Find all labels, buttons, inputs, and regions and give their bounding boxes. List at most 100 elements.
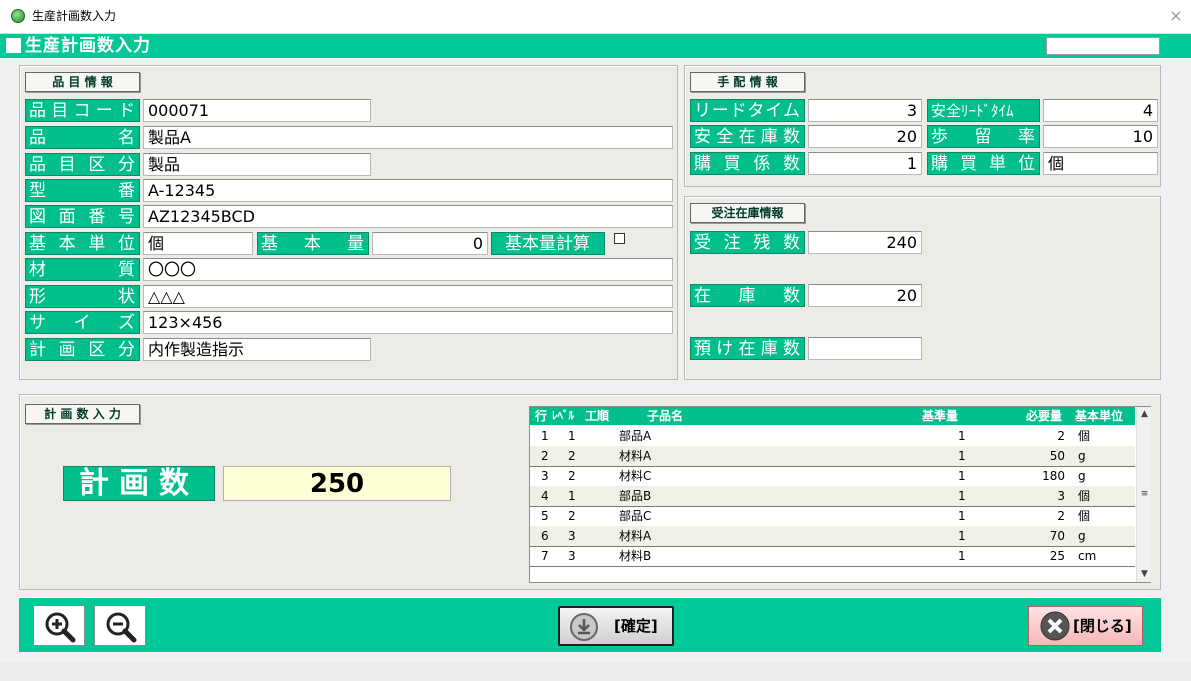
size-label: サイズ: [25, 311, 140, 334]
bom-grid-header: 行 ﾚﾍﾞﾙ 工順 子品名 基準量 必要量 基本単位: [530, 407, 1135, 425]
cell-child-name: 部品A: [619, 429, 652, 443]
cell-level: 3: [568, 549, 576, 563]
safety-stock-field[interactable]: 20: [808, 125, 922, 148]
zoom-in-icon: [45, 612, 76, 643]
confirm-button[interactable]: [確定]: [558, 606, 674, 646]
item-category-field[interactable]: 製品: [143, 153, 371, 176]
model-no-field[interactable]: A-12345: [143, 179, 673, 202]
cell-std-qty: 1: [958, 449, 966, 463]
order-stock-info-title: 受注在庫情報: [690, 203, 805, 223]
cell-row: 3: [541, 469, 549, 483]
cell-level: 1: [568, 489, 576, 503]
deposit-stock-field[interactable]: [808, 337, 922, 360]
confirm-label: [確定]: [614, 617, 658, 635]
lead-time-field[interactable]: 3: [808, 99, 922, 122]
table-row[interactable]: 4 1 部品B 1 3 個: [530, 486, 1135, 507]
purchase-unit-field[interactable]: 個: [1043, 152, 1158, 175]
plan-category-label: 計画区分: [25, 338, 140, 361]
col-unit[interactable]: 基本単位: [1075, 407, 1123, 425]
table-row[interactable]: 3 2 材料C 1 180 g: [530, 466, 1135, 487]
lead-time-label: リードタイム: [690, 99, 805, 122]
grid-scrollbar[interactable]: ▲ ≡ ▼: [1136, 407, 1151, 582]
size-field[interactable]: 123×456: [143, 311, 673, 334]
drawing-no-field[interactable]: AZ12345BCD: [143, 205, 673, 228]
cell-child-name: 材料B: [619, 549, 652, 563]
scroll-up-icon[interactable]: ▲: [1137, 407, 1152, 422]
cell-std-qty: 1: [958, 489, 966, 503]
bom-grid[interactable]: 行 ﾚﾍﾞﾙ 工順 子品名 基準量 必要量 基本単位 1 1 部品A 1 2 個 2 2 材料A…: [529, 406, 1151, 583]
cell-std-qty: 1: [958, 509, 966, 523]
cell-req-qty: 180: [1042, 469, 1065, 483]
cell-std-qty: 1: [958, 529, 966, 543]
cell-std-qty: 1: [958, 549, 966, 563]
col-std-qty[interactable]: 基準量: [922, 407, 958, 425]
cell-level: 2: [568, 449, 576, 463]
base-unit-field[interactable]: 個: [143, 232, 253, 255]
order-backlog-field[interactable]: 240: [808, 231, 922, 254]
window-title: 生産計画数入力: [32, 9, 117, 23]
zoom-out-icon: [106, 612, 137, 643]
screen-header: 生産計画数入力: [0, 34, 1191, 58]
safety-lead-time-field[interactable]: 4: [1043, 99, 1158, 122]
order-backlog-label: 受注残数: [690, 231, 805, 254]
yield-rate-field[interactable]: 10: [1043, 125, 1158, 148]
col-route[interactable]: 工順: [585, 407, 609, 425]
plan-category-field[interactable]: 内作製造指示: [143, 338, 371, 361]
scroll-down-icon[interactable]: ▼: [1137, 567, 1152, 582]
stock-qty-field[interactable]: 20: [808, 284, 922, 307]
cell-row: 5: [541, 509, 549, 523]
cell-row: 6: [541, 529, 549, 543]
cell-row: 7: [541, 549, 549, 563]
cell-level: 3: [568, 529, 576, 543]
close-label: [閉じる]: [1073, 617, 1132, 635]
cell-req-qty: 3: [1057, 489, 1065, 503]
close-button[interactable]: [閉じる]: [1028, 606, 1143, 646]
cell-req-qty: 70: [1049, 529, 1065, 543]
deposit-stock-label: 預け在庫数: [690, 337, 805, 360]
cell-unit: g: [1078, 529, 1086, 543]
table-row[interactable]: 2 2 材料A 1 50 g: [530, 446, 1135, 467]
cancel-icon: [1040, 611, 1070, 641]
col-row[interactable]: 行: [535, 407, 547, 425]
cell-child-name: 部品C: [619, 509, 652, 523]
purchase-unit-label: 購買単位: [927, 152, 1040, 175]
purchase-factor-field[interactable]: 1: [808, 152, 922, 175]
header-input-box[interactable]: [1046, 37, 1160, 55]
screen-title: 生産計画数入力: [25, 36, 151, 56]
item-name-field[interactable]: 製品A: [143, 126, 673, 149]
zoom-out-button[interactable]: [94, 605, 146, 646]
cell-child-name: 部品B: [619, 489, 652, 503]
cell-req-qty: 25: [1049, 549, 1065, 563]
cell-level: 2: [568, 469, 576, 483]
stock-qty-label: 在庫数: [690, 284, 805, 307]
base-qty-field[interactable]: 0: [372, 232, 488, 255]
close-icon[interactable]: ×: [1166, 5, 1186, 27]
item-code-field[interactable]: 000071: [143, 99, 371, 122]
cell-row: 1: [541, 429, 549, 443]
shape-field[interactable]: △△△: [143, 285, 673, 308]
material-field[interactable]: 〇〇〇: [143, 258, 673, 281]
item-code-label: 品目コード: [25, 99, 140, 122]
item-info-title: 品 目 情 報: [25, 72, 140, 92]
col-level[interactable]: ﾚﾍﾞﾙ: [552, 407, 574, 425]
zoom-in-button[interactable]: [33, 605, 85, 646]
scroll-grip-icon[interactable]: ≡: [1137, 487, 1152, 502]
base-qty-calc-checkbox[interactable]: [614, 233, 625, 244]
col-req-qty[interactable]: 必要量: [1026, 407, 1062, 425]
cell-row: 2: [541, 449, 549, 463]
col-child-name[interactable]: 子品名: [647, 407, 683, 425]
table-row[interactable]: 6 3 材料A 1 70 g: [530, 526, 1135, 547]
plan-qty-label: 計画数: [63, 466, 215, 501]
table-row[interactable]: 7 3 材料B 1 25 cm: [530, 546, 1135, 567]
plan-qty-field[interactable]: 250: [223, 466, 451, 501]
bottom-strip: [0, 662, 1191, 681]
download-icon: [570, 613, 598, 641]
purchase-factor-label: 購買係数: [690, 152, 805, 175]
cell-unit: g: [1078, 449, 1086, 463]
cell-std-qty: 1: [958, 429, 966, 443]
cell-child-name: 材料A: [619, 449, 652, 463]
table-row[interactable]: 1 1 部品A 1 2 個: [530, 426, 1135, 447]
item-category-label: 品目区分: [25, 153, 140, 176]
table-row[interactable]: 5 2 部品C 1 2 個: [530, 506, 1135, 527]
cell-unit: cm: [1078, 549, 1097, 563]
